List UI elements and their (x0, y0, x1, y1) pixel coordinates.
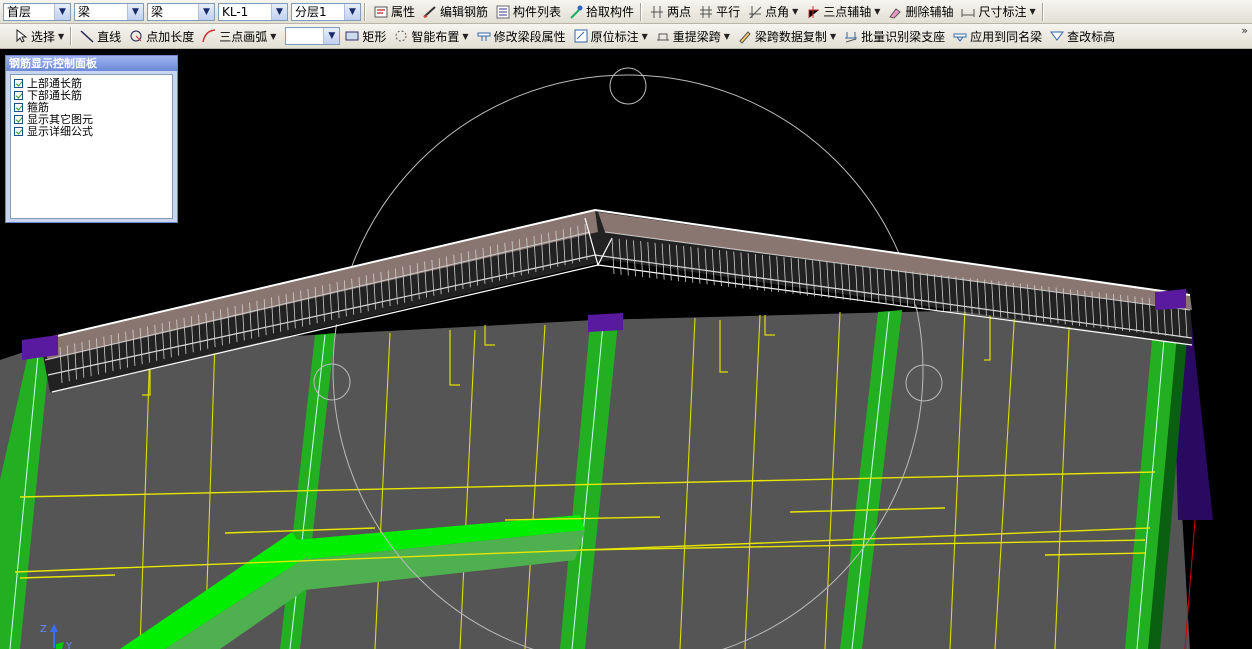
chevron-down-icon: ▼ (271, 3, 287, 20)
layer-select[interactable]: 分层1 ▼ (291, 2, 361, 21)
modify-beam-segment-button[interactable]: 修改梁段属性 (473, 26, 569, 46)
apply-icon (952, 28, 968, 44)
elevation-icon (1049, 28, 1065, 44)
three-point-axis-icon (805, 4, 821, 20)
edit-rebar-icon (422, 4, 438, 20)
dropdown-arrow-icon[interactable]: ▼ (830, 32, 836, 41)
dropdown-arrow-icon[interactable]: ▼ (1029, 7, 1035, 16)
beam-segment-icon (476, 28, 492, 44)
property-icon (373, 4, 389, 20)
three-point-axis-button[interactable]: 三点辅轴 ▼ (802, 2, 883, 22)
toolbar-separator (640, 2, 643, 21)
checkbox-icon[interactable] (14, 90, 23, 100)
property-button[interactable]: 属性 (370, 2, 418, 22)
cursor-icon (13, 28, 29, 44)
toolbar-separator (70, 27, 73, 45)
axis-gizmo: Z Y (40, 624, 73, 649)
dropdown-arrow-icon[interactable]: ▼ (462, 32, 468, 41)
copy-span-data-button[interactable]: 梁跨数据复制 ▼ (734, 26, 839, 46)
chevron-down-icon: ▼ (344, 3, 360, 20)
edit-rebar-button[interactable]: 编辑钢筋 (419, 2, 491, 22)
main-toolbar: 首层 ▼ 梁 ▼ 梁 ▼ KL-1 ▼ 分层1 ▼ 属性 编辑钢筋 构件列表 拾取构件 两… (0, 0, 1252, 24)
copy-brush-icon (737, 28, 753, 44)
component-list-button[interactable]: 构件列表 (492, 2, 564, 22)
batch-identify-support-button[interactable]: 批量识别梁支座 (840, 26, 948, 46)
line-button[interactable]: 直线 (76, 26, 124, 46)
eraser-icon (887, 4, 903, 20)
chevron-down-icon: ▼ (54, 3, 70, 20)
list-icon (495, 4, 511, 20)
apply-same-name-beam-button[interactable]: 应用到同名梁 (949, 26, 1045, 46)
smart-layout-button[interactable]: 智能布置 ▼ (390, 26, 471, 46)
dimension-button[interactable]: 尺寸标注 ▼ (957, 2, 1038, 22)
rectangle-icon (344, 28, 360, 44)
arc-icon (201, 28, 217, 44)
delete-axis-button[interactable]: 删除辅轴 (884, 2, 956, 22)
axis-z-label: Z (40, 624, 47, 635)
purple-cap-mid (588, 313, 623, 332)
dropdown-arrow-icon[interactable]: ▼ (792, 7, 798, 16)
dropdown-arrow-icon[interactable]: ▼ (724, 32, 730, 41)
three-point-arc-button[interactable]: 三点画弧 ▼ (198, 26, 279, 46)
dropdown-arrow-icon[interactable]: ▼ (642, 32, 648, 41)
in-place-annotation-button[interactable]: 原位标注 ▼ (570, 26, 651, 46)
rebar-display-panel: 钢筋显示控制面板 上部通长筋 下部通长筋 箍筋 显示其它图元 显示详细公式 (5, 55, 178, 223)
smart-layout-icon (393, 28, 409, 44)
model-drawing (0, 67, 1213, 649)
checkbox-icon[interactable] (14, 78, 23, 88)
red-axis-line (1184, 519, 1196, 649)
draw-toolbar: 选择 ▼ 直线 点加长度 三点画弧 ▼ ▼ 矩形 智能布置 ▼ 修改梁段属性 原位标注… (0, 24, 1252, 49)
panel-title[interactable]: 钢筋显示控制面板 (6, 56, 177, 71)
checkbox-icon[interactable] (14, 102, 23, 112)
dropdown-arrow-icon[interactable]: ▼ (270, 32, 276, 41)
span-icon (655, 28, 671, 44)
point-length-button[interactable]: 点加长度 (125, 26, 197, 46)
type-select[interactable]: 梁 ▼ (147, 2, 215, 21)
two-point-icon (649, 4, 665, 20)
point-length-icon (128, 28, 144, 44)
panel-body: 上部通长筋 下部通长筋 箍筋 显示其它图元 显示详细公式 (10, 74, 173, 219)
pick-component-button[interactable]: 拾取构件 (565, 2, 637, 22)
axis-y-label: Y (65, 641, 73, 649)
parallel-axis-button[interactable]: 平行 (695, 2, 743, 22)
checkbox-icon[interactable] (14, 126, 23, 136)
check-elevation-button[interactable]: 查改标高 (1046, 26, 1118, 46)
point-angle-axis-button[interactable]: 点角 ▼ (744, 2, 801, 22)
checkbox-detailed-formula[interactable]: 显示详细公式 (11, 125, 172, 138)
blank-select[interactable]: ▼ (285, 27, 341, 45)
toolbar-overflow-icon[interactable]: » (1241, 24, 1248, 37)
annotation-icon (573, 28, 589, 44)
re-extract-span-button[interactable]: 重提梁跨 ▼ (652, 26, 733, 46)
point-angle-icon (747, 4, 763, 20)
checkbox-icon[interactable] (14, 114, 23, 124)
dropdown-arrow-icon[interactable]: ▼ (874, 7, 880, 16)
chevron-down-icon: ▼ (127, 3, 143, 20)
chevron-down-icon: ▼ (323, 28, 340, 44)
cad-viewport[interactable] (0, 49, 1252, 649)
category-select[interactable]: 梁 ▼ (74, 2, 144, 21)
toolbar-separator (1041, 2, 1044, 21)
select-button[interactable]: 选择 ▼ (10, 26, 67, 46)
rectangle-button[interactable]: 矩形 (341, 26, 389, 46)
batch-identify-icon (843, 28, 859, 44)
two-point-axis-button[interactable]: 两点 (646, 2, 694, 22)
eyedropper-icon (568, 4, 584, 20)
floor-select[interactable]: 首层 ▼ (3, 2, 71, 21)
parallel-icon (698, 4, 714, 20)
toolbar-separator (364, 2, 366, 21)
dimension-icon (960, 4, 976, 20)
purple-cap-right (1155, 289, 1186, 310)
name-select[interactable]: KL-1 ▼ (218, 2, 288, 21)
dropdown-arrow-icon[interactable]: ▼ (58, 32, 64, 41)
line-icon (79, 28, 95, 44)
chevron-down-icon: ▼ (198, 3, 214, 20)
